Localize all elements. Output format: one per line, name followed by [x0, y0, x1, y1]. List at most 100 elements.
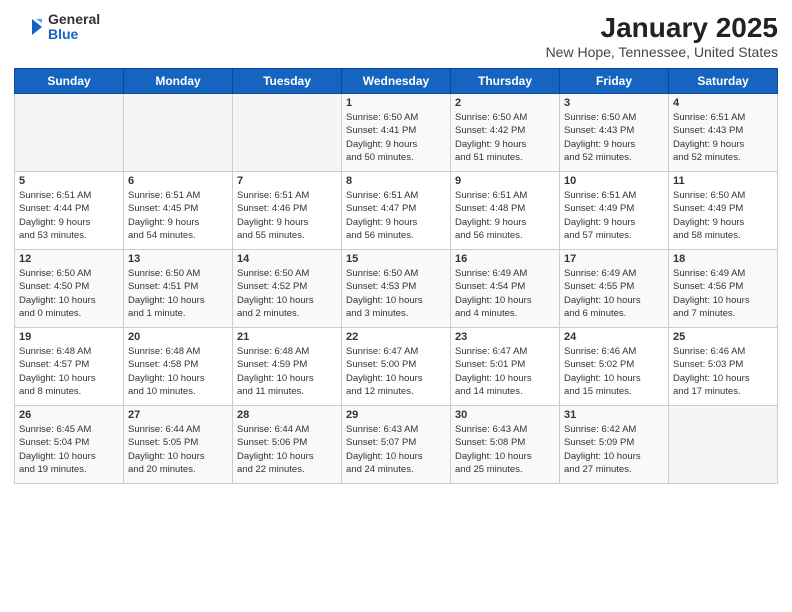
- cell-info: Sunrise: 6:50 AMSunset: 4:41 PMDaylight:…: [346, 111, 446, 164]
- cell-info: Sunrise: 6:50 AMSunset: 4:49 PMDaylight:…: [673, 189, 773, 242]
- cell-info: Sunrise: 6:51 AMSunset: 4:49 PMDaylight:…: [564, 189, 664, 242]
- cell-info: Sunrise: 6:51 AMSunset: 4:48 PMDaylight:…: [455, 189, 555, 242]
- day-number: 29: [346, 409, 446, 421]
- header-tuesday: Tuesday: [233, 69, 342, 94]
- calendar-cell: 5 Sunrise: 6:51 AMSunset: 4:44 PMDaylight…: [15, 172, 124, 250]
- cell-info: Sunrise: 6:47 AMSunset: 5:00 PMDaylight:…: [346, 345, 446, 398]
- cell-info: Sunrise: 6:48 AMSunset: 4:58 PMDaylight:…: [128, 345, 228, 398]
- calendar-cell: 16 Sunrise: 6:49 AMSunset: 4:54 PMDayligh…: [451, 250, 560, 328]
- calendar-cell: 29 Sunrise: 6:43 AMSunset: 5:07 PMDayligh…: [342, 406, 451, 484]
- calendar-header: Sunday Monday Tuesday Wednesday Thursday…: [15, 69, 778, 94]
- calendar-cell: 10 Sunrise: 6:51 AMSunset: 4:49 PMDayligh…: [560, 172, 669, 250]
- cell-info: Sunrise: 6:43 AMSunset: 5:08 PMDaylight:…: [455, 423, 555, 476]
- calendar-cell: 19 Sunrise: 6:48 AMSunset: 4:57 PMDayligh…: [15, 328, 124, 406]
- calendar-cell: 28Sunrise: 6:44 AMSunset: 5:06 PMDayligh…: [233, 406, 342, 484]
- week-row-2: 12Sunrise: 6:50 AMSunset: 4:50 PMDayligh…: [15, 250, 778, 328]
- calendar-table: Sunday Monday Tuesday Wednesday Thursday…: [14, 68, 778, 484]
- day-number: 22: [346, 331, 446, 343]
- day-number: 15: [346, 253, 446, 265]
- cell-info: Sunrise: 6:51 AMSunset: 4:46 PMDaylight:…: [237, 189, 337, 242]
- header-wednesday: Wednesday: [342, 69, 451, 94]
- cell-info: Sunrise: 6:49 AMSunset: 4:55 PMDaylight:…: [564, 267, 664, 320]
- cell-info: Sunrise: 6:51 AMSunset: 4:47 PMDaylight:…: [346, 189, 446, 242]
- calendar-cell: [124, 94, 233, 172]
- header-saturday: Saturday: [669, 69, 778, 94]
- calendar-title: January 2025: [546, 12, 778, 44]
- calendar-cell: 18Sunrise: 6:49 AMSunset: 4:56 PMDayligh…: [669, 250, 778, 328]
- calendar-cell: 31 Sunrise: 6:42 AMSunset: 5:09 PMDayligh…: [560, 406, 669, 484]
- cell-info: Sunrise: 6:50 AMSunset: 4:42 PMDaylight:…: [455, 111, 555, 164]
- cell-info: Sunrise: 6:49 AMSunset: 4:54 PMDaylight:…: [455, 267, 555, 320]
- cell-info: Sunrise: 6:44 AMSunset: 5:05 PMDaylight:…: [128, 423, 228, 476]
- cell-info: Sunrise: 6:43 AMSunset: 5:07 PMDaylight:…: [346, 423, 446, 476]
- day-number: 6: [128, 175, 228, 187]
- cell-info: Sunrise: 6:50 AMSunset: 4:43 PMDaylight:…: [564, 111, 664, 164]
- day-number: 16: [455, 253, 555, 265]
- cell-info: Sunrise: 6:47 AMSunset: 5:01 PMDaylight:…: [455, 345, 555, 398]
- cell-info: Sunrise: 6:42 AMSunset: 5:09 PMDaylight:…: [564, 423, 664, 476]
- day-number: 10: [564, 175, 664, 187]
- day-number: 17: [564, 253, 664, 265]
- calendar-cell: 25 Sunrise: 6:46 AMSunset: 5:03 PMDayligh…: [669, 328, 778, 406]
- day-number: 4: [673, 97, 773, 109]
- days-header-row: Sunday Monday Tuesday Wednesday Thursday…: [15, 69, 778, 94]
- day-number: 20: [128, 331, 228, 343]
- logo: General Blue: [14, 12, 100, 43]
- day-number: 27: [128, 409, 228, 421]
- day-number: 2: [455, 97, 555, 109]
- calendar-cell: 9 Sunrise: 6:51 AMSunset: 4:48 PMDaylight…: [451, 172, 560, 250]
- header-thursday: Thursday: [451, 69, 560, 94]
- calendar-cell: 20 Sunrise: 6:48 AMSunset: 4:58 PMDayligh…: [124, 328, 233, 406]
- day-number: 19: [19, 331, 119, 343]
- calendar-cell: 11Sunrise: 6:50 AMSunset: 4:49 PMDayligh…: [669, 172, 778, 250]
- logo-icon: [14, 13, 42, 41]
- cell-info: Sunrise: 6:46 AMSunset: 5:02 PMDaylight:…: [564, 345, 664, 398]
- calendar-cell: 27 Sunrise: 6:44 AMSunset: 5:05 PMDayligh…: [124, 406, 233, 484]
- cell-info: Sunrise: 6:50 AMSunset: 4:52 PMDaylight:…: [237, 267, 337, 320]
- day-number: 21: [237, 331, 337, 343]
- cell-info: Sunrise: 6:50 AMSunset: 4:51 PMDaylight:…: [128, 267, 228, 320]
- calendar-cell: 17 Sunrise: 6:49 AMSunset: 4:55 PMDayligh…: [560, 250, 669, 328]
- calendar-cell: [15, 94, 124, 172]
- day-number: 7: [237, 175, 337, 187]
- calendar-cell: 1Sunrise: 6:50 AMSunset: 4:41 PMDaylight…: [342, 94, 451, 172]
- cell-info: Sunrise: 6:51 AMSunset: 4:43 PMDaylight:…: [673, 111, 773, 164]
- cell-info: Sunrise: 6:51 AMSunset: 4:44 PMDaylight:…: [19, 189, 119, 242]
- day-number: 3: [564, 97, 664, 109]
- header-sunday: Sunday: [15, 69, 124, 94]
- day-number: 14: [237, 253, 337, 265]
- week-row-0: 1Sunrise: 6:50 AMSunset: 4:41 PMDaylight…: [15, 94, 778, 172]
- day-number: 9: [455, 175, 555, 187]
- logo-general-text: General: [48, 12, 100, 27]
- calendar-cell: 7 Sunrise: 6:51 AMSunset: 4:46 PMDaylight…: [233, 172, 342, 250]
- calendar-cell: 21 Sunrise: 6:48 AMSunset: 4:59 PMDayligh…: [233, 328, 342, 406]
- cell-info: Sunrise: 6:50 AMSunset: 4:53 PMDaylight:…: [346, 267, 446, 320]
- calendar-cell: 6 Sunrise: 6:51 AMSunset: 4:45 PMDaylight…: [124, 172, 233, 250]
- cell-info: Sunrise: 6:51 AMSunset: 4:45 PMDaylight:…: [128, 189, 228, 242]
- cell-info: Sunrise: 6:48 AMSunset: 4:57 PMDaylight:…: [19, 345, 119, 398]
- day-number: 13: [128, 253, 228, 265]
- day-number: 24: [564, 331, 664, 343]
- day-number: 23: [455, 331, 555, 343]
- calendar-cell: 14 Sunrise: 6:50 AMSunset: 4:52 PMDayligh…: [233, 250, 342, 328]
- calendar-body: 1Sunrise: 6:50 AMSunset: 4:41 PMDaylight…: [15, 94, 778, 484]
- calendar-cell: 2 Sunrise: 6:50 AMSunset: 4:42 PMDaylight…: [451, 94, 560, 172]
- day-number: 5: [19, 175, 119, 187]
- cell-info: Sunrise: 6:46 AMSunset: 5:03 PMDaylight:…: [673, 345, 773, 398]
- calendar-cell: 23 Sunrise: 6:47 AMSunset: 5:01 PMDayligh…: [451, 328, 560, 406]
- logo-text: General Blue: [48, 12, 100, 43]
- calendar-cell: 3 Sunrise: 6:50 AMSunset: 4:43 PMDaylight…: [560, 94, 669, 172]
- week-row-1: 5 Sunrise: 6:51 AMSunset: 4:44 PMDaylight…: [15, 172, 778, 250]
- calendar-cell: 24 Sunrise: 6:46 AMSunset: 5:02 PMDayligh…: [560, 328, 669, 406]
- calendar-cell: [233, 94, 342, 172]
- calendar-cell: 12Sunrise: 6:50 AMSunset: 4:50 PMDayligh…: [15, 250, 124, 328]
- cell-info: Sunrise: 6:44 AMSunset: 5:06 PMDaylight:…: [237, 423, 337, 476]
- logo-blue-text: Blue: [48, 27, 100, 42]
- day-number: 25: [673, 331, 773, 343]
- header: General Blue January 2025 New Hope, Tenn…: [14, 12, 778, 60]
- cell-info: Sunrise: 6:48 AMSunset: 4:59 PMDaylight:…: [237, 345, 337, 398]
- calendar-cell: 26Sunrise: 6:45 AMSunset: 5:04 PMDayligh…: [15, 406, 124, 484]
- calendar-cell: 22 Sunrise: 6:47 AMSunset: 5:00 PMDayligh…: [342, 328, 451, 406]
- header-friday: Friday: [560, 69, 669, 94]
- day-number: 31: [564, 409, 664, 421]
